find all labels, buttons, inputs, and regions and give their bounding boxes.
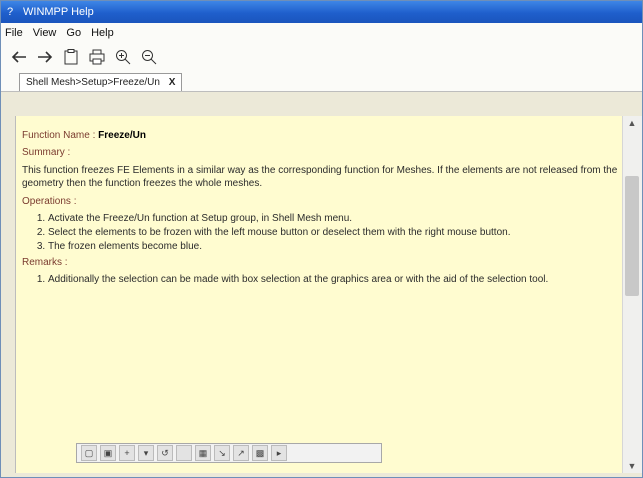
vertical-scrollbar[interactable]: ▲ ▼	[622, 116, 642, 473]
menu-file[interactable]: File	[5, 27, 23, 39]
tab-label: Shell Mesh>Setup>Freeze/Un	[26, 77, 160, 88]
remarks-heading: Remarks :	[22, 257, 68, 268]
remarks-list: Additionally the selection can be made w…	[22, 274, 618, 286]
menu-bar: File View Go Help	[1, 23, 642, 43]
list-item: Select the elements to be frozen with th…	[48, 227, 618, 239]
operations-list: Activate the Freeze/Un function at Setup…	[22, 213, 618, 253]
zoom-out-icon[interactable]	[137, 45, 161, 69]
summary-heading: Summary :	[22, 147, 71, 158]
tab-freeze-un[interactable]: Shell Mesh>Setup>Freeze/Un X	[19, 73, 183, 91]
list-item: Additionally the selection can be made w…	[48, 274, 618, 286]
function-name-value: Freeze/Un	[98, 130, 146, 141]
scroll-down-icon[interactable]: ▼	[626, 461, 638, 471]
forward-icon[interactable]	[33, 45, 57, 69]
tab-strip: Shell Mesh>Setup>Freeze/Un X	[1, 71, 642, 92]
scroll-up-icon[interactable]: ▲	[626, 118, 638, 128]
window-title: WINMPP Help	[23, 6, 94, 18]
zoom-in-icon[interactable]	[111, 45, 135, 69]
back-icon[interactable]	[7, 45, 31, 69]
menu-help[interactable]: Help	[91, 27, 114, 39]
list-item: The frozen elements become blue.	[48, 241, 618, 253]
select-icon: ▢	[81, 445, 97, 461]
box-select-icon: ▣	[100, 445, 116, 461]
grid-icon: ▦	[195, 445, 211, 461]
menu-go[interactable]: Go	[66, 27, 81, 39]
menu-view[interactable]: View	[33, 27, 57, 39]
function-name: Function Name : Freeze/Un	[22, 130, 146, 141]
print-icon[interactable]	[85, 45, 109, 69]
undo-icon: ↺	[157, 445, 173, 461]
arrow-icon: ↘	[214, 445, 230, 461]
help-window: ? WINMPP Help File View Go Help Shell Me…	[0, 0, 643, 478]
summary-text: This function freezes FE Elements in a s…	[22, 165, 618, 189]
list-item: Activate the Freeze/Un function at Setup…	[48, 213, 618, 225]
operations-heading: Operations :	[22, 196, 77, 207]
arrow-icon: ↗	[233, 445, 249, 461]
end-icon: ▸	[271, 445, 287, 461]
help-content: Function Name : Freeze/Un Summary : This…	[15, 116, 624, 473]
blank-icon	[176, 445, 192, 461]
pick-icon: +	[119, 445, 135, 461]
app-icon: ?	[7, 6, 14, 18]
toolbar	[1, 43, 642, 71]
mesh-icon: ▩	[252, 445, 268, 461]
selection-toolbar-image: ▢ ▣ + ▾ ↺ ▦ ↘ ↗ ▩ ▸	[76, 443, 382, 463]
title-bar: ? WINMPP Help	[1, 1, 642, 23]
clipboard-icon[interactable]	[59, 45, 83, 69]
filter-icon: ▾	[138, 445, 154, 461]
close-icon[interactable]: X	[169, 77, 176, 88]
scroll-thumb[interactable]	[625, 176, 639, 296]
